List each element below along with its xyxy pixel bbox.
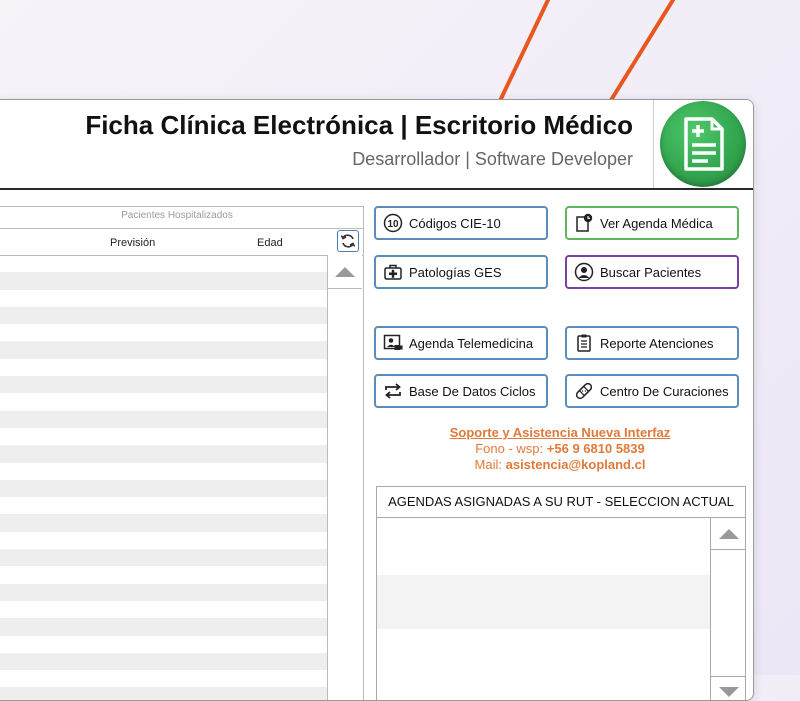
- table-row[interactable]: [0, 306, 327, 325]
- table-row[interactable]: [0, 670, 327, 687]
- hospitalized-patients-panel: Pacientes Hospitalizados Previsión Edad: [0, 206, 364, 700]
- ver-agenda-medica-button[interactable]: Ver Agenda Médica: [565, 206, 739, 240]
- table-row[interactable]: [0, 324, 327, 341]
- refresh-button[interactable]: [337, 230, 359, 252]
- clipboard-icon: [573, 332, 595, 354]
- table-row[interactable]: [0, 618, 327, 636]
- table-row[interactable]: [0, 549, 327, 567]
- reporte-atenciones-button[interactable]: Reporte Atenciones: [565, 326, 739, 360]
- table-header: Previsión Edad: [0, 228, 363, 256]
- mail-label: Mail:: [474, 457, 502, 472]
- scroll-up-button[interactable]: [711, 518, 746, 550]
- button-label: Base De Datos Ciclos: [409, 383, 536, 399]
- phone-label: Fono - wsp:: [475, 441, 544, 456]
- app-header: Ficha Clínica Electrónica | Escritorio M…: [0, 100, 753, 190]
- number-10-icon: 10: [382, 212, 404, 234]
- decorative-lines: [496, 0, 675, 107]
- centro-curaciones-button[interactable]: Centro De Curaciones: [565, 374, 739, 408]
- button-label: Patologías GES: [409, 264, 502, 280]
- table-row[interactable]: [0, 445, 327, 463]
- button-label: Ver Agenda Médica: [600, 215, 713, 231]
- cycle-arrows-icon: [382, 380, 404, 402]
- panel-caption: Pacientes Hospitalizados: [121, 210, 233, 221]
- table-row[interactable]: [0, 410, 327, 428]
- refresh-icon: [340, 234, 356, 248]
- scroll-up-button[interactable]: [328, 255, 362, 289]
- arrow-down-icon: [718, 687, 739, 697]
- table-row[interactable]: [0, 636, 327, 653]
- agendas-title: AGENDAS ASIGNADAS A SU RUT - SELECCION A…: [377, 487, 745, 518]
- title-separator: |: [400, 110, 408, 140]
- table-row[interactable]: [0, 272, 327, 290]
- button-label: Agenda Telemedicina: [409, 335, 534, 351]
- table-row[interactable]: [0, 497, 327, 514]
- logo-area: [653, 100, 753, 188]
- agenda-clock-icon: [573, 212, 595, 234]
- column-header-prevision[interactable]: Previsión: [110, 237, 155, 249]
- agendas-scrollbar[interactable]: [710, 518, 746, 700]
- video-call-icon: [382, 332, 404, 354]
- table-row[interactable]: [0, 290, 327, 307]
- bandage-icon: [573, 380, 595, 402]
- table-row[interactable]: [0, 514, 327, 532]
- arrow-up-icon: [335, 266, 355, 277]
- button-label: Buscar Pacientes: [600, 264, 702, 280]
- table-row[interactable]: [0, 255, 327, 272]
- buscar-pacientes-button[interactable]: Buscar Pacientes: [565, 255, 739, 289]
- support-link[interactable]: Soporte y Asistencia Nueva Interfaz: [374, 425, 746, 441]
- table-row[interactable]: [0, 687, 327, 700]
- table-row[interactable]: [0, 393, 327, 410]
- button-label: Códigos CIE-10: [409, 215, 501, 231]
- support-mail-line: Mail: asistencia@kopland.cl: [374, 457, 746, 473]
- phone-number: +56 9 6810 5839: [546, 441, 645, 456]
- table-row[interactable]: [0, 359, 327, 376]
- app-window: Ficha Clínica Electrónica | Escritorio M…: [0, 99, 754, 701]
- patologias-ges-button[interactable]: Patologías GES: [374, 255, 548, 289]
- support-phone-line: Fono - wsp: +56 9 6810 5839: [374, 441, 746, 457]
- assigned-agendas-panel: AGENDAS ASIGNADAS A SU RUT - SELECCION A…: [376, 486, 746, 700]
- table-row[interactable]: [0, 479, 327, 498]
- medical-kit-icon: [382, 261, 404, 283]
- list-item[interactable]: [377, 575, 710, 629]
- title-part-a: Ficha Clínica Electrónica: [85, 110, 394, 140]
- medical-document-icon: [660, 101, 746, 187]
- table-row[interactable]: [0, 566, 327, 583]
- table-row[interactable]: [0, 652, 327, 671]
- mail-address[interactable]: asistencia@kopland.cl: [506, 457, 646, 472]
- app-title: Ficha Clínica Electrónica | Escritorio M…: [85, 110, 633, 141]
- table-row[interactable]: [0, 341, 327, 359]
- base-datos-ciclos-button[interactable]: Base De Datos Ciclos: [374, 374, 548, 408]
- arrow-up-icon: [718, 528, 739, 539]
- agenda-telemedicina-button[interactable]: Agenda Telemedicina: [374, 326, 548, 360]
- button-label: Centro De Curaciones: [600, 383, 729, 399]
- column-header-edad[interactable]: Edad: [257, 237, 283, 249]
- patients-scrollbar[interactable]: [327, 255, 362, 700]
- svg-text:10: 10: [387, 219, 399, 230]
- title-part-b: Escritorio Médico: [414, 110, 633, 140]
- patients-table-body[interactable]: [0, 255, 327, 700]
- app-subtitle: Desarrollador | Software Developer: [352, 149, 633, 169]
- support-info: Soporte y Asistencia Nueva Interfaz Fono…: [374, 425, 746, 473]
- user-icon: [573, 261, 595, 283]
- button-label: Reporte Atenciones: [600, 335, 714, 351]
- table-row[interactable]: [0, 463, 327, 480]
- table-row[interactable]: [0, 583, 327, 601]
- table-row[interactable]: [0, 428, 327, 445]
- scroll-down-button[interactable]: [711, 676, 746, 700]
- codigos-cie10-button[interactable]: 10 Códigos CIE-10: [374, 206, 548, 240]
- table-row[interactable]: [0, 601, 327, 618]
- table-row[interactable]: [0, 532, 327, 549]
- table-row[interactable]: [0, 376, 327, 394]
